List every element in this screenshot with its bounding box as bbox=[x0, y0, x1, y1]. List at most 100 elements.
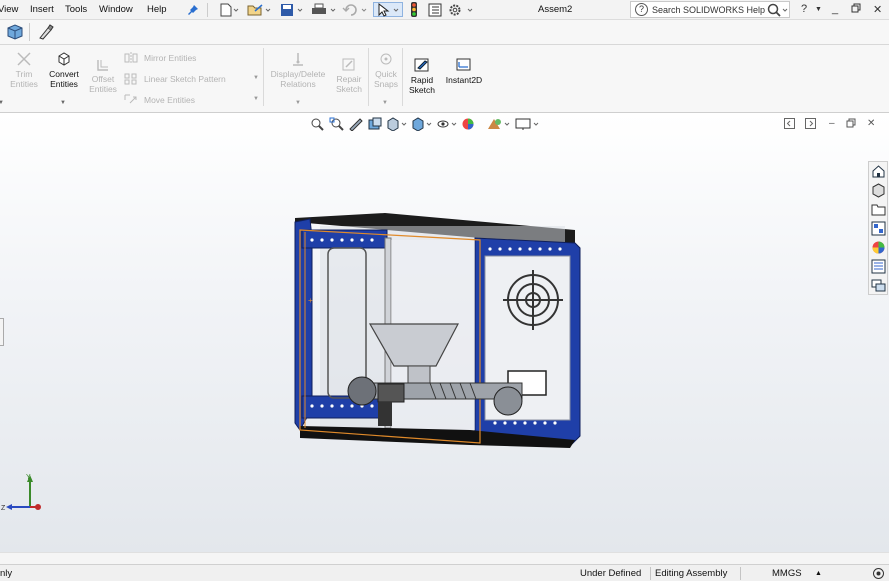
quick-snaps-button[interactable]: Quick Snaps bbox=[370, 51, 402, 89]
units-dropdown-arrow[interactable]: ▲ bbox=[815, 570, 822, 577]
status-left-text: nly bbox=[0, 568, 13, 579]
convert-dropdown-arrow[interactable]: ▼ bbox=[60, 100, 66, 106]
print-icon[interactable] bbox=[311, 2, 337, 17]
save-icon[interactable] bbox=[280, 2, 304, 17]
status-under-defined: Under Defined bbox=[580, 568, 642, 579]
instant2d-icon bbox=[456, 58, 471, 71]
menu-tools[interactable]: Tools bbox=[65, 4, 87, 15]
assembly-model[interactable]: + bbox=[290, 208, 582, 452]
close-icon[interactable]: ✕ bbox=[873, 3, 882, 16]
offset-entities-label-1: Offset bbox=[91, 74, 115, 84]
help-dropdown-arrow[interactable]: ▼ bbox=[815, 6, 822, 13]
ribbon-separator bbox=[263, 48, 264, 106]
view-palette-icon[interactable] bbox=[871, 221, 886, 236]
convert-entities-button[interactable]: Convert Entities bbox=[44, 51, 84, 89]
offset-icon bbox=[97, 60, 108, 71]
previous-view-icon[interactable] bbox=[348, 117, 364, 133]
pin-icon[interactable] bbox=[186, 2, 200, 17]
separator bbox=[29, 23, 30, 41]
gear-icon[interactable] bbox=[448, 2, 476, 17]
move-entities-button[interactable]: Move Entities bbox=[144, 95, 195, 105]
rapid-sketch-button[interactable]: Rapid Sketch bbox=[405, 57, 439, 95]
motor-end bbox=[347, 376, 377, 406]
undo-icon[interactable] bbox=[342, 2, 368, 17]
horizontal-scrollbar[interactable] bbox=[0, 552, 889, 564]
design-library-icon[interactable] bbox=[871, 183, 886, 198]
appearance-brush-icon[interactable] bbox=[36, 24, 54, 42]
quick-snaps-label-1: Quick bbox=[375, 69, 397, 79]
view-orientation-icon[interactable] bbox=[386, 117, 408, 133]
menu-view[interactable]: View bbox=[0, 4, 18, 15]
quick-snaps-icon bbox=[380, 53, 392, 65]
trim-dropdown-arrow[interactable]: ▼ bbox=[0, 100, 4, 106]
new-document-icon[interactable] bbox=[218, 2, 240, 17]
triad-y-label: Y bbox=[26, 474, 31, 481]
minimize-icon[interactable]: _ bbox=[832, 3, 838, 15]
viewport-restore-icon[interactable] bbox=[846, 118, 856, 131]
pattern-dropdown-arrow[interactable]: ▼ bbox=[253, 75, 259, 81]
hide-show-items-icon[interactable] bbox=[436, 117, 458, 133]
help-menu-button[interactable]: ? bbox=[801, 3, 807, 15]
apply-scene-icon[interactable] bbox=[486, 117, 512, 133]
open-icon[interactable] bbox=[247, 2, 271, 17]
search-help-box[interactable]: ? Search SOLIDWORKS Help bbox=[630, 1, 790, 18]
zoom-to-area-icon[interactable] bbox=[329, 117, 345, 133]
home-icon[interactable] bbox=[871, 164, 886, 179]
instant2d-button[interactable]: Instant2D bbox=[441, 57, 487, 85]
ribbon-separator bbox=[368, 48, 369, 106]
convert-entities-label-1: Convert bbox=[49, 69, 79, 79]
quick-tips-icon[interactable] bbox=[872, 567, 885, 581]
trim-entities-label-2: Entities bbox=[10, 79, 38, 89]
command-manager-tabs bbox=[0, 20, 889, 45]
viewport-collapse-left-icon[interactable] bbox=[784, 118, 795, 132]
status-bar: nly Under Defined Editing Assembly MMGS … bbox=[0, 564, 889, 581]
status-separator bbox=[740, 567, 741, 580]
appearances-icon[interactable] bbox=[871, 240, 886, 255]
options-list-icon[interactable] bbox=[426, 2, 444, 17]
offset-entities-button[interactable]: Offset Entities bbox=[86, 58, 120, 94]
view-settings-icon[interactable] bbox=[515, 117, 541, 133]
relations-dropdown-arrow[interactable]: ▼ bbox=[295, 100, 301, 106]
mirror-icon bbox=[124, 52, 138, 66]
search-icon[interactable] bbox=[767, 3, 789, 19]
zoom-to-fit-icon[interactable] bbox=[310, 117, 326, 133]
units-selector[interactable]: MMGS bbox=[772, 568, 802, 579]
menu-help[interactable]: Help bbox=[147, 4, 167, 15]
traffic-light-icon[interactable] bbox=[407, 2, 421, 17]
repair-sketch-label-1: Repair bbox=[336, 74, 362, 84]
file-explorer-icon[interactable] bbox=[871, 202, 886, 217]
viewport-collapse-right-icon[interactable] bbox=[805, 118, 816, 132]
quick-snaps-dropdown-arrow[interactable]: ▼ bbox=[382, 100, 388, 106]
repair-sketch-button[interactable]: Repair Sketch bbox=[332, 58, 366, 94]
move-dropdown-arrow[interactable]: ▼ bbox=[253, 96, 259, 102]
separator bbox=[207, 3, 208, 17]
linear-sketch-pattern-button[interactable]: Linear Sketch Pattern bbox=[144, 74, 226, 84]
offset-entities-label-2: Entities bbox=[89, 84, 117, 94]
feature-manager-expand-handle[interactable] bbox=[0, 318, 4, 346]
viewport-minimize-icon[interactable]: – bbox=[829, 118, 835, 129]
display-style-icon[interactable] bbox=[411, 117, 433, 133]
sketch-ribbon: Trim Entities ▼ Convert Entities ▼ Offse… bbox=[0, 45, 889, 113]
relations-label-2: Relations bbox=[280, 79, 316, 89]
viewport-close-icon[interactable]: ✕ bbox=[867, 118, 875, 129]
search-input[interactable]: Search SOLIDWORKS Help bbox=[652, 5, 765, 15]
coordinate-triad: Y Z bbox=[1, 474, 41, 512]
trim-entities-button[interactable]: Trim Entities bbox=[6, 51, 42, 89]
mirror-entities-button[interactable]: Mirror Entities bbox=[144, 53, 196, 63]
status-editing-assembly: Editing Assembly bbox=[655, 568, 728, 579]
select-icon[interactable] bbox=[373, 2, 403, 17]
forum-icon[interactable] bbox=[871, 278, 886, 293]
display-delete-relations-button[interactable]: Display/Delete Relations bbox=[266, 51, 330, 89]
repair-sketch-icon bbox=[342, 58, 355, 71]
restore-icon[interactable] bbox=[851, 3, 861, 16]
edit-appearance-icon[interactable] bbox=[461, 117, 483, 133]
custom-properties-icon[interactable] bbox=[871, 259, 886, 274]
menu-window[interactable]: Window bbox=[99, 4, 133, 15]
section-view-icon[interactable] bbox=[367, 117, 383, 133]
convert-entities-icon bbox=[58, 52, 70, 66]
menu-insert[interactable]: Insert bbox=[30, 4, 54, 15]
relations-icon bbox=[293, 53, 303, 66]
ribbon-separator bbox=[402, 48, 403, 106]
trim-icon bbox=[17, 52, 31, 66]
part-icon[interactable] bbox=[6, 24, 24, 42]
